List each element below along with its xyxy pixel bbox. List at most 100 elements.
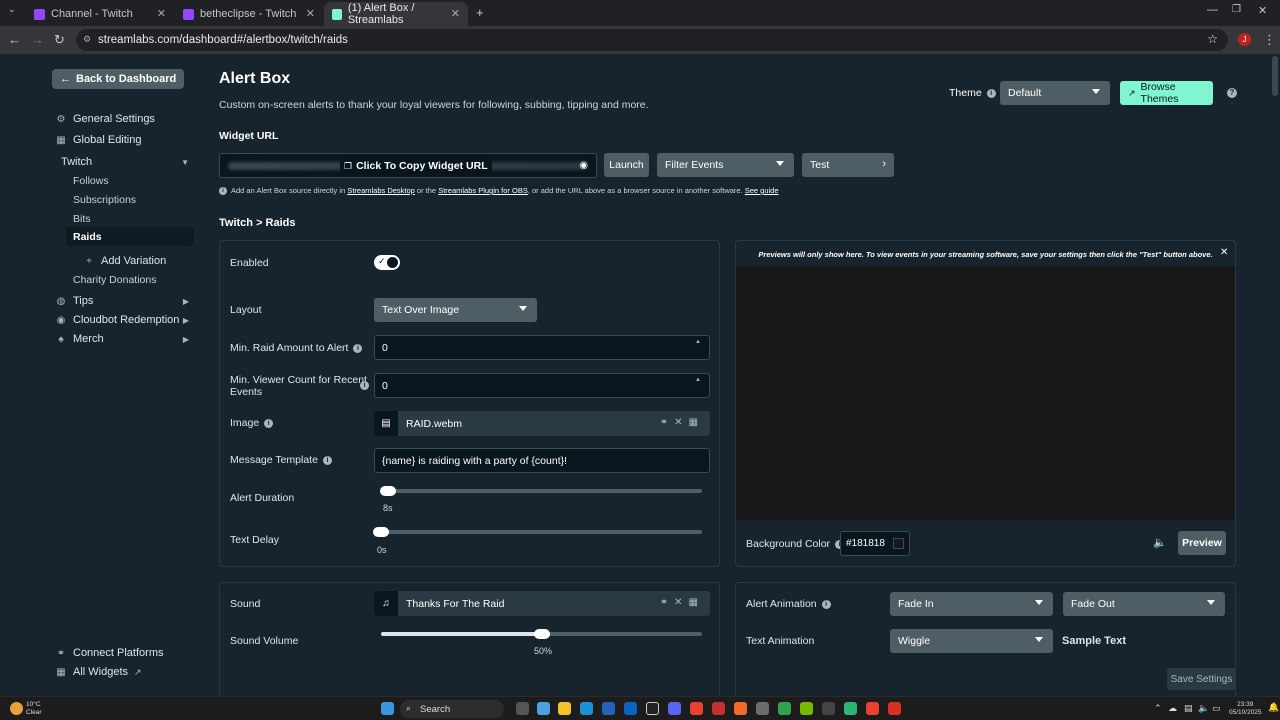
sidebar-twitch[interactable]: Twitch ▼ (61, 156, 189, 168)
close-icon[interactable]: ✕ (157, 7, 166, 20)
close-icon[interactable]: ✕ (451, 7, 460, 20)
tab-search-icon[interactable]: ⌄ (8, 4, 16, 15)
onedrive-icon[interactable]: ☁ (1168, 703, 1177, 714)
sidebar-item-subscriptions[interactable]: Subscriptions (73, 194, 136, 206)
copilot-icon[interactable] (537, 702, 550, 715)
outlook-icon[interactable] (624, 702, 637, 715)
window-close-icon[interactable]: ✕ (1258, 4, 1267, 17)
notification-bell-icon[interactable]: 🔔 (1268, 702, 1279, 713)
edge-icon[interactable] (580, 702, 593, 715)
tray-chevron-icon[interactable]: ⌃ (1154, 703, 1162, 714)
app-icon[interactable] (756, 702, 769, 715)
animation-out-select[interactable]: Fade Out (1063, 592, 1225, 616)
minimize-icon[interactable]: — (1207, 4, 1218, 16)
close-icon[interactable]: ✕ (306, 7, 315, 20)
eye-icon[interactable]: ◉ (579, 160, 588, 171)
background-color-input[interactable]: #181818 (840, 531, 910, 556)
task-view-icon[interactable] (516, 702, 529, 715)
reload-icon[interactable]: ↻ (54, 32, 65, 48)
grid-icon[interactable]: ▦ (689, 417, 704, 428)
text-animation-select[interactable]: Wiggle (890, 629, 1053, 653)
discord-icon[interactable] (668, 702, 681, 715)
enabled-toggle[interactable]: ✓ (374, 255, 400, 270)
weather-widget[interactable]: 10°C Clear (26, 701, 42, 717)
streamlabs-obs-plugin-link[interactable]: Streamlabs Plugin for OBS (438, 186, 528, 195)
app-icon[interactable] (778, 702, 791, 715)
widget-url-field[interactable]: ❐ Click To Copy Widget URL ◉ (219, 153, 597, 178)
volume-icon[interactable]: 🔈 (1198, 703, 1209, 714)
tab-channel-twitch[interactable]: Channel - Twitch ✕ (26, 2, 174, 26)
sidebar-global-editing[interactable]: ▦ Global Editing (56, 134, 141, 146)
connect-platforms-link[interactable]: ⚭ Connect Platforms (56, 647, 164, 659)
sound-volume-knob[interactable] (533, 629, 550, 639)
theme-select[interactable]: Default (1000, 81, 1110, 105)
alert-duration-knob[interactable] (380, 486, 396, 496)
grid-icon[interactable]: ▦ (689, 597, 704, 608)
tab-betheclipse[interactable]: betheclipse - Twitch ✕ (175, 2, 323, 26)
add-variation-button[interactable]: + Add Variation (84, 255, 166, 267)
animation-in-select[interactable]: Fade In (890, 592, 1053, 616)
min-viewer-input[interactable]: 0 ▲ (374, 373, 710, 398)
sidebar-tips[interactable]: ◍ Tips ▶ (56, 295, 189, 307)
sidebar-merch[interactable]: ♠ Merch ▶ (56, 333, 189, 345)
speaker-icon[interactable]: 🔈 (1153, 536, 1167, 549)
taskbar-search[interactable]: ⌕ Search (400, 700, 504, 718)
notion-icon[interactable] (646, 702, 659, 715)
app-icon[interactable] (712, 702, 725, 715)
see-guide-link[interactable]: See guide (745, 186, 779, 195)
link-icon[interactable]: ⚭ (660, 417, 674, 428)
save-settings-button[interactable]: Save Settings (1167, 668, 1236, 690)
profile-avatar[interactable]: J (1238, 33, 1251, 46)
help-icon[interactable]: ? (1227, 88, 1237, 98)
page-scrollbar[interactable] (1272, 56, 1278, 96)
text-delay-slider[interactable] (381, 530, 702, 534)
close-icon[interactable]: ✕ (674, 417, 688, 428)
sound-file-field[interactable]: ♫ Thanks For The Raid ⚭✕▦ (374, 591, 710, 616)
network-icon[interactable]: ▤ (1184, 703, 1193, 714)
alert-duration-slider[interactable] (381, 489, 702, 493)
site-info-icon[interactable]: ⚙ (83, 34, 91, 45)
forward-arrow-icon[interactable]: → (31, 32, 44, 47)
windows-start-icon[interactable] (381, 702, 394, 715)
url-input[interactable]: ⚙ streamlabs.com/dashboard#/alertbox/twi… (76, 29, 1228, 51)
close-icon[interactable]: ✕ (1220, 247, 1228, 258)
restore-icon[interactable]: ❐ (1232, 4, 1241, 15)
new-tab-icon[interactable]: + (476, 5, 484, 20)
app-icon[interactable] (844, 702, 857, 715)
text-delay-knob[interactable] (373, 527, 389, 537)
copy-widget-url[interactable]: ❐ Click To Copy Widget URL (340, 158, 492, 174)
browse-themes-button[interactable]: ↗ Browse Themes (1120, 81, 1213, 105)
sidebar-general-settings[interactable]: ⚙ General Settings (56, 113, 155, 125)
image-file-field[interactable]: ▤ RAID.webm ⚭✕▦ (374, 411, 710, 436)
tab-alert-box[interactable]: (1) Alert Box / Streamlabs ✕ (324, 2, 468, 26)
min-raid-input[interactable]: 0 ▲ (374, 335, 710, 360)
color-swatch[interactable] (893, 538, 904, 549)
browser-menu-icon[interactable]: ⋮ (1263, 32, 1276, 48)
launch-button[interactable]: Launch (604, 153, 649, 177)
message-template-input[interactable]: {name} is raiding with a party of {count… (374, 448, 710, 473)
sidebar-cloudbot[interactable]: ◉ Cloudbot Redemption ▶ (56, 314, 189, 326)
battery-icon[interactable]: ▭ (1212, 703, 1221, 714)
chrome-icon[interactable] (888, 702, 901, 715)
app-icon[interactable] (734, 702, 747, 715)
stepper-icon[interactable]: ▲ (695, 377, 701, 383)
preview-button[interactable]: Preview (1178, 531, 1226, 555)
chrome-icon[interactable] (690, 702, 703, 715)
sidebar-item-charity[interactable]: Charity Donations (73, 274, 156, 286)
test-button[interactable]: Test › (802, 153, 894, 177)
bookmark-star-icon[interactable]: ☆ (1207, 32, 1218, 46)
taskbar-clock[interactable]: 23:39 05/10/2025 (1229, 701, 1262, 717)
nvidia-icon[interactable] (800, 702, 813, 715)
layout-select[interactable]: Text Over Image (374, 298, 537, 322)
sidebar-item-bits[interactable]: Bits (73, 213, 91, 225)
link-icon[interactable]: ⚭ (660, 597, 674, 608)
chrome-icon[interactable] (866, 702, 879, 715)
back-arrow-icon[interactable]: ← (8, 32, 21, 47)
close-icon[interactable]: ✕ (674, 597, 688, 608)
back-to-dashboard-button[interactable]: ← Back to Dashboard (52, 69, 185, 89)
filter-events-select[interactable]: Filter Events (657, 153, 794, 177)
all-widgets-link[interactable]: ▦ All Widgets ↗ (56, 666, 141, 678)
sidebar-item-follows[interactable]: Follows (73, 175, 109, 187)
weather-icon[interactable] (10, 702, 23, 715)
audio-icon[interactable] (822, 702, 835, 715)
